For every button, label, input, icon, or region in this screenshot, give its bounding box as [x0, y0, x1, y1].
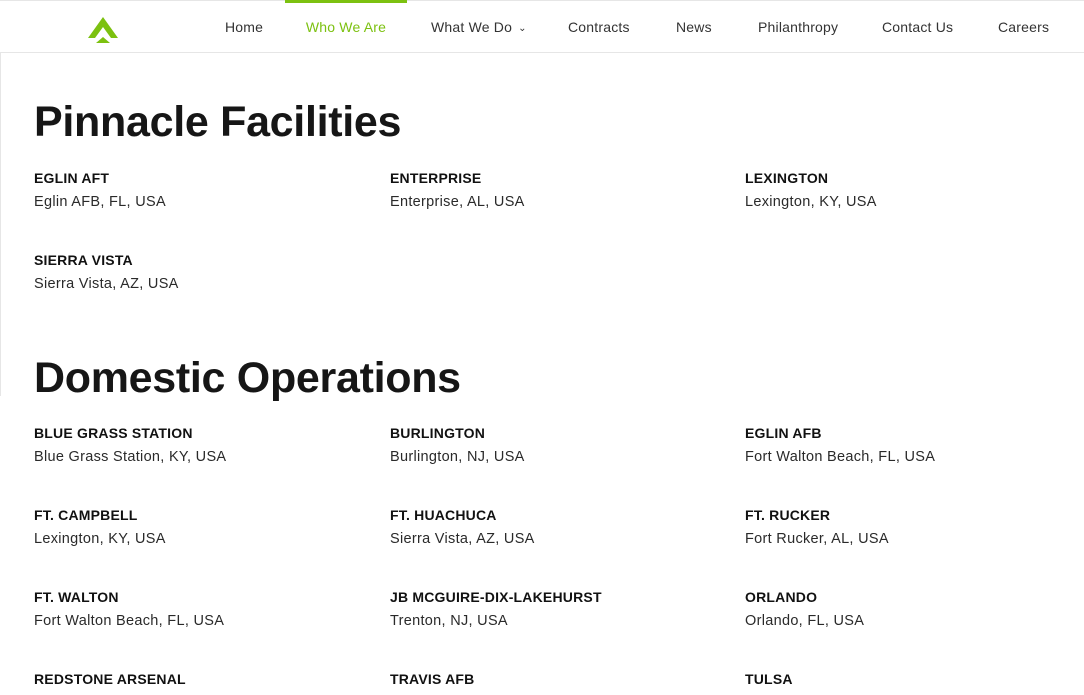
location-name: FT. RUCKER — [745, 507, 831, 523]
location-item: REDSTONE ARSENAL — [34, 671, 364, 695]
location-address: Enterprise, AL, USA — [390, 194, 525, 210]
location-address: Burlington, NJ, USA — [390, 449, 525, 465]
location-item: BLUE GRASS STATION Blue Grass Station, KY… — [34, 425, 364, 465]
location-address: Fort Walton Beach, FL, USA — [34, 613, 225, 629]
location-address: Fort Walton Beach, FL, USA — [745, 449, 936, 465]
location-name: EGLIN AFT — [34, 170, 110, 186]
location-name: TRAVIS AFB — [390, 671, 475, 687]
location-name: BURLINGTON — [390, 425, 486, 441]
nav-label: Who We Are — [305, 19, 387, 35]
nav-label: What We Do — [431, 19, 513, 35]
location-item: FT. HUACHUCA Sierra Vista, AZ, USA — [390, 507, 720, 547]
location-name: EGLIN AFB — [745, 425, 822, 441]
location-name: FT. HUACHUCA — [390, 507, 497, 523]
location-name: JB MCGUIRE-DIX-LAKEHURST — [390, 589, 602, 605]
location-address: Sierra Vista, AZ, USA — [390, 531, 535, 547]
location-name: ENTERPRISE — [390, 170, 482, 186]
nav-news[interactable]: News — [676, 1, 712, 54]
location-item: ENTERPRISE Enterprise, AL, USA — [390, 170, 720, 210]
location-item: TRAVIS AFB — [390, 671, 720, 695]
location-item: EGLIN AFT Eglin AFB, FL, USA — [34, 170, 364, 210]
nav-label: Philanthropy — [758, 19, 839, 35]
nav-philanthropy[interactable]: Philanthropy — [758, 1, 838, 54]
nav-contact-us[interactable]: Contact Us — [882, 1, 953, 54]
location-item: FT. RUCKER Fort Rucker, AL, USA — [745, 507, 1075, 547]
nav-label: Careers — [998, 19, 1050, 35]
location-address: Sierra Vista, AZ, USA — [34, 276, 179, 292]
location-address: Trenton, NJ, USA — [390, 613, 508, 629]
nav-who-we-are[interactable]: Who We Are — [285, 0, 407, 54]
divider — [0, 53, 1, 396]
logo-icon — [88, 17, 118, 43]
location-item: FT. CAMPBELL Lexington, KY, USA — [34, 507, 364, 547]
location-address: Eglin AFB, FL, USA — [34, 194, 166, 210]
nav-careers[interactable]: Careers — [998, 1, 1049, 54]
site-header: Home Who We Are What We Do ⌄ Contracts Ne… — [0, 0, 1084, 53]
location-address: Lexington, KY, USA — [34, 531, 166, 547]
nav-what-we-do[interactable]: What We Do ⌄ — [431, 1, 527, 54]
location-item: SIERRA VISTA Sierra Vista, AZ, USA — [34, 252, 364, 292]
location-address: Orlando, FL, USA — [745, 613, 865, 629]
location-name: FT. WALTON — [34, 589, 119, 605]
location-address: Fort Rucker, AL, USA — [745, 531, 889, 547]
location-name: SIERRA VISTA — [34, 252, 133, 268]
location-name: FT. CAMPBELL — [34, 507, 138, 523]
section-title: Domestic Operations — [34, 354, 461, 402]
location-item: EGLIN AFB Fort Walton Beach, FL, USA — [745, 425, 1075, 465]
location-item: ORLANDO Orlando, FL, USA — [745, 589, 1075, 629]
location-name: BLUE GRASS STATION — [34, 425, 193, 441]
nav-label: Contracts — [568, 19, 630, 35]
section-title: Pinnacle Facilities — [34, 98, 402, 146]
nav-label: Contact Us — [882, 19, 954, 35]
location-item: JB MCGUIRE-DIX-LAKEHURST Trenton, NJ, USA — [390, 589, 720, 629]
nav-label: News — [676, 19, 712, 35]
nav-label: Home — [225, 19, 264, 35]
location-name: REDSTONE ARSENAL — [34, 671, 186, 687]
location-name: TULSA — [745, 671, 793, 687]
nav-home[interactable]: Home — [225, 1, 263, 54]
chevron-down-icon: ⌄ — [518, 23, 527, 34]
location-item: LEXINGTON Lexington, KY, USA — [745, 170, 1075, 210]
company-logo[interactable] — [88, 17, 118, 44]
location-item: TULSA — [745, 671, 1075, 695]
location-address: Lexington, KY, USA — [745, 194, 877, 210]
location-name: LEXINGTON — [745, 170, 829, 186]
location-name: ORLANDO — [745, 589, 818, 605]
location-address: Blue Grass Station, KY, USA — [34, 449, 227, 465]
location-item: FT. WALTON Fort Walton Beach, FL, USA — [34, 589, 364, 629]
nav-contracts[interactable]: Contracts — [568, 1, 630, 54]
location-item: BURLINGTON Burlington, NJ, USA — [390, 425, 720, 465]
